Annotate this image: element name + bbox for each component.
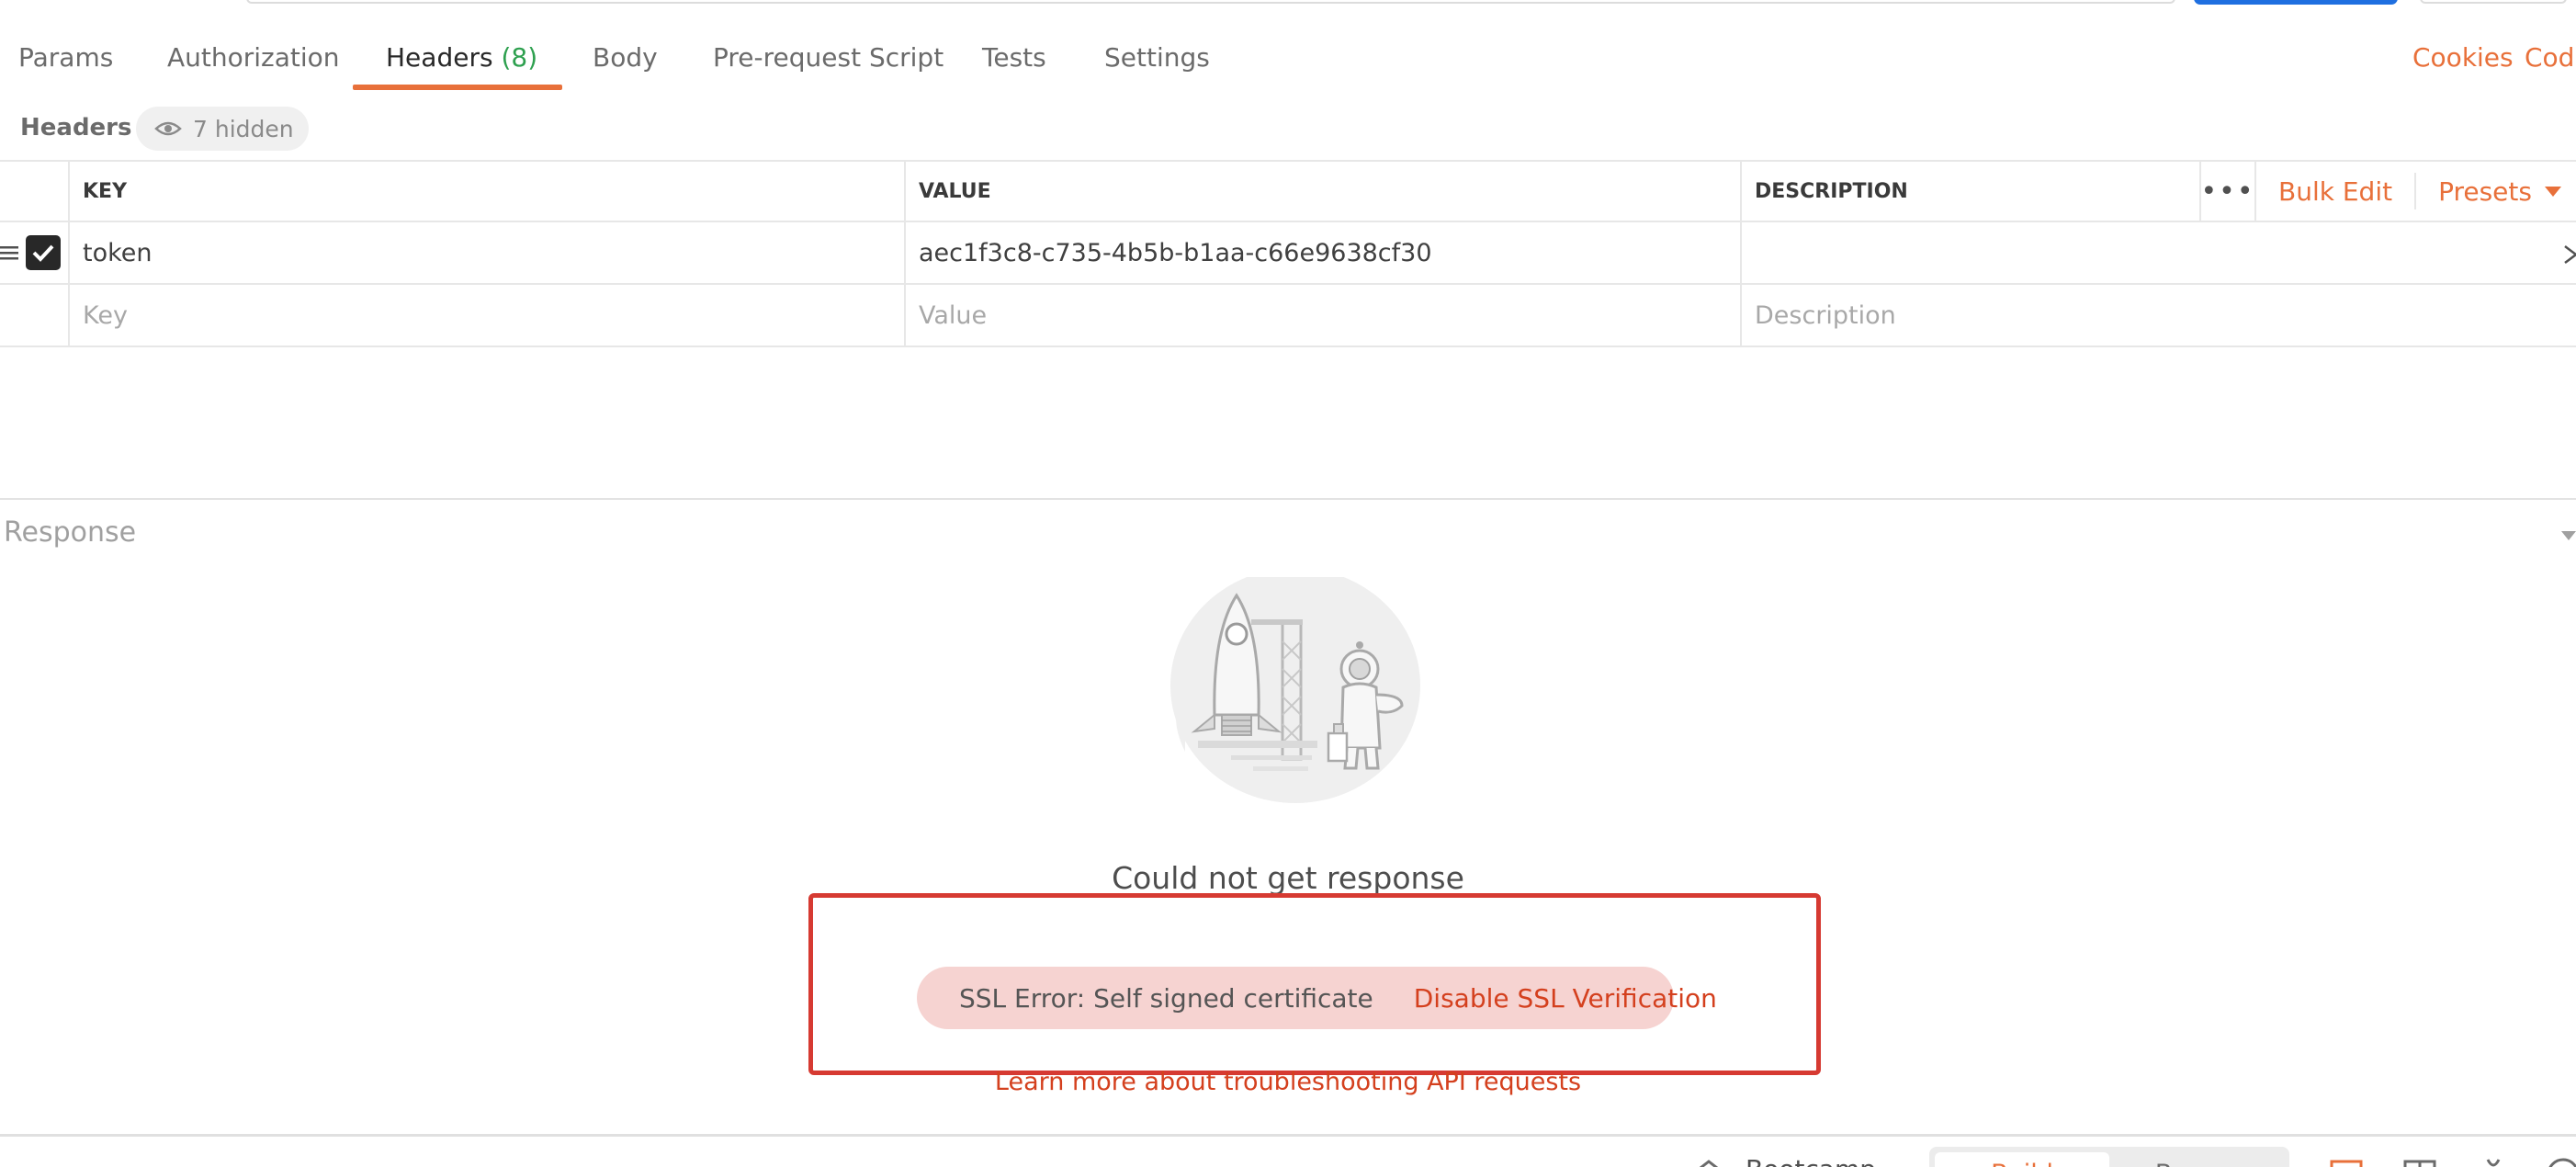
tab-authorization[interactable]: Authorization [167,42,340,73]
value-column-header: VALUE [906,162,1742,221]
tab-label: Body [593,42,658,73]
new-value-input[interactable]: Value [906,285,1742,346]
tab-params[interactable]: Params [18,42,113,73]
two-pane-view-icon[interactable] [2328,1152,2365,1167]
tab-label: Authorization [167,42,340,73]
presets-label: Presets [2438,176,2532,207]
cookies-link[interactable]: Cookies [2412,42,2514,73]
request-bar [0,0,2576,6]
could-not-get-response-text: Could not get response [1112,860,1464,896]
table-row-new: Key Value Description [0,285,2576,347]
headers-table: KEY VALUE DESCRIPTION ••• Bulk Edit Pres… [0,160,2576,347]
table-row: token aec1f3c8-c735-4b5b-b1aa-c66e9638cf… [0,222,2576,285]
help-icon[interactable] [2545,1152,2576,1167]
response-title: Response [4,516,137,549]
tab-tests[interactable]: Tests [982,42,1046,73]
more-options-icon[interactable]: ••• [2199,162,2256,221]
request-tabs: Params Authorization Headers (8) Body Pr… [0,28,2576,94]
table-header-row: KEY VALUE DESCRIPTION ••• Bulk Edit Pres… [0,160,2576,222]
tab-pre-request-script[interactable]: Pre-request Script [713,42,943,73]
row-enabled-checkbox[interactable] [26,235,61,270]
header-value-cell[interactable]: aec1f3c8-c735-4b5b-b1aa-c66e9638cf30 [906,222,1742,283]
panel-resize-divider[interactable] [0,498,2576,500]
troubleshooting-link[interactable]: Learn more about troubleshooting API req… [0,1068,2576,1096]
checkmark-icon [32,244,54,262]
browse-mode-button[interactable]: Browse [2113,1160,2288,1167]
headers-toolbar: Headers 7 hidden [0,101,2576,156]
row-controls [0,222,70,283]
delete-row-icon[interactable] [2558,243,2576,266]
tab-label: Tests [982,42,1046,73]
lead-column-header [0,162,70,221]
ssl-error-message: SSL Error: Self signed certificate [959,982,1373,1014]
footer-divider [0,1134,2576,1137]
send-button[interactable] [2194,0,2398,5]
caret-down-icon [2544,186,2561,197]
new-key-input[interactable]: Key [70,285,906,346]
status-footer: Bootcamp Build Browse [0,1139,2576,1167]
disable-ssl-verification-link[interactable]: Disable SSL Verification [1414,983,1717,1014]
bootcamp-label[interactable]: Bootcamp [1746,1154,1876,1167]
eye-icon [154,121,182,136]
key-column-header: KEY [70,162,906,221]
hidden-headers-label: 7 hidden [193,115,294,142]
build-mode-button[interactable]: Build [1935,1152,2109,1167]
response-collapse-icon[interactable] [2561,531,2576,540]
rocket-astronaut-illustration [1170,577,1420,803]
new-description-input[interactable]: Description [1742,285,2576,346]
url-input[interactable] [246,0,2175,4]
bootcamp-icon[interactable] [1690,1156,1727,1167]
tab-label: Pre-request Script [713,42,944,73]
save-button[interactable] [2420,0,2567,4]
tab-headers[interactable]: Headers (8) [386,42,537,73]
tab-body[interactable]: Body [593,42,658,73]
hidden-headers-toggle[interactable]: 7 hidden [136,107,309,151]
presets-dropdown[interactable]: Presets [2414,173,2574,210]
header-description-cell[interactable] [1742,222,2576,283]
tab-label: Params [18,42,114,73]
table-actions: ••• Bulk Edit Presets [2199,162,2574,221]
header-key-cell[interactable]: token [70,222,906,283]
tab-label: Settings [1104,42,1210,73]
row-controls-empty [0,285,70,346]
keyboard-shortcuts-icon[interactable] [2475,1152,2512,1167]
tab-count: (8) [501,42,538,73]
active-tab-indicator [353,85,562,90]
code-link[interactable]: Code [2525,42,2576,73]
headers-title: Headers [20,114,132,142]
ssl-error-banner: SSL Error: Self signed certificate Disab… [917,967,1717,1029]
bulk-edit-button[interactable]: Bulk Edit [2256,176,2414,207]
split-view-icon[interactable] [2401,1152,2438,1167]
troubleshooting-link-label: Learn more about troubleshooting API req… [994,1068,1582,1096]
tab-settings[interactable]: Settings [1104,42,1210,73]
drag-handle-icon[interactable] [0,244,20,262]
tab-label: Headers [386,42,493,73]
